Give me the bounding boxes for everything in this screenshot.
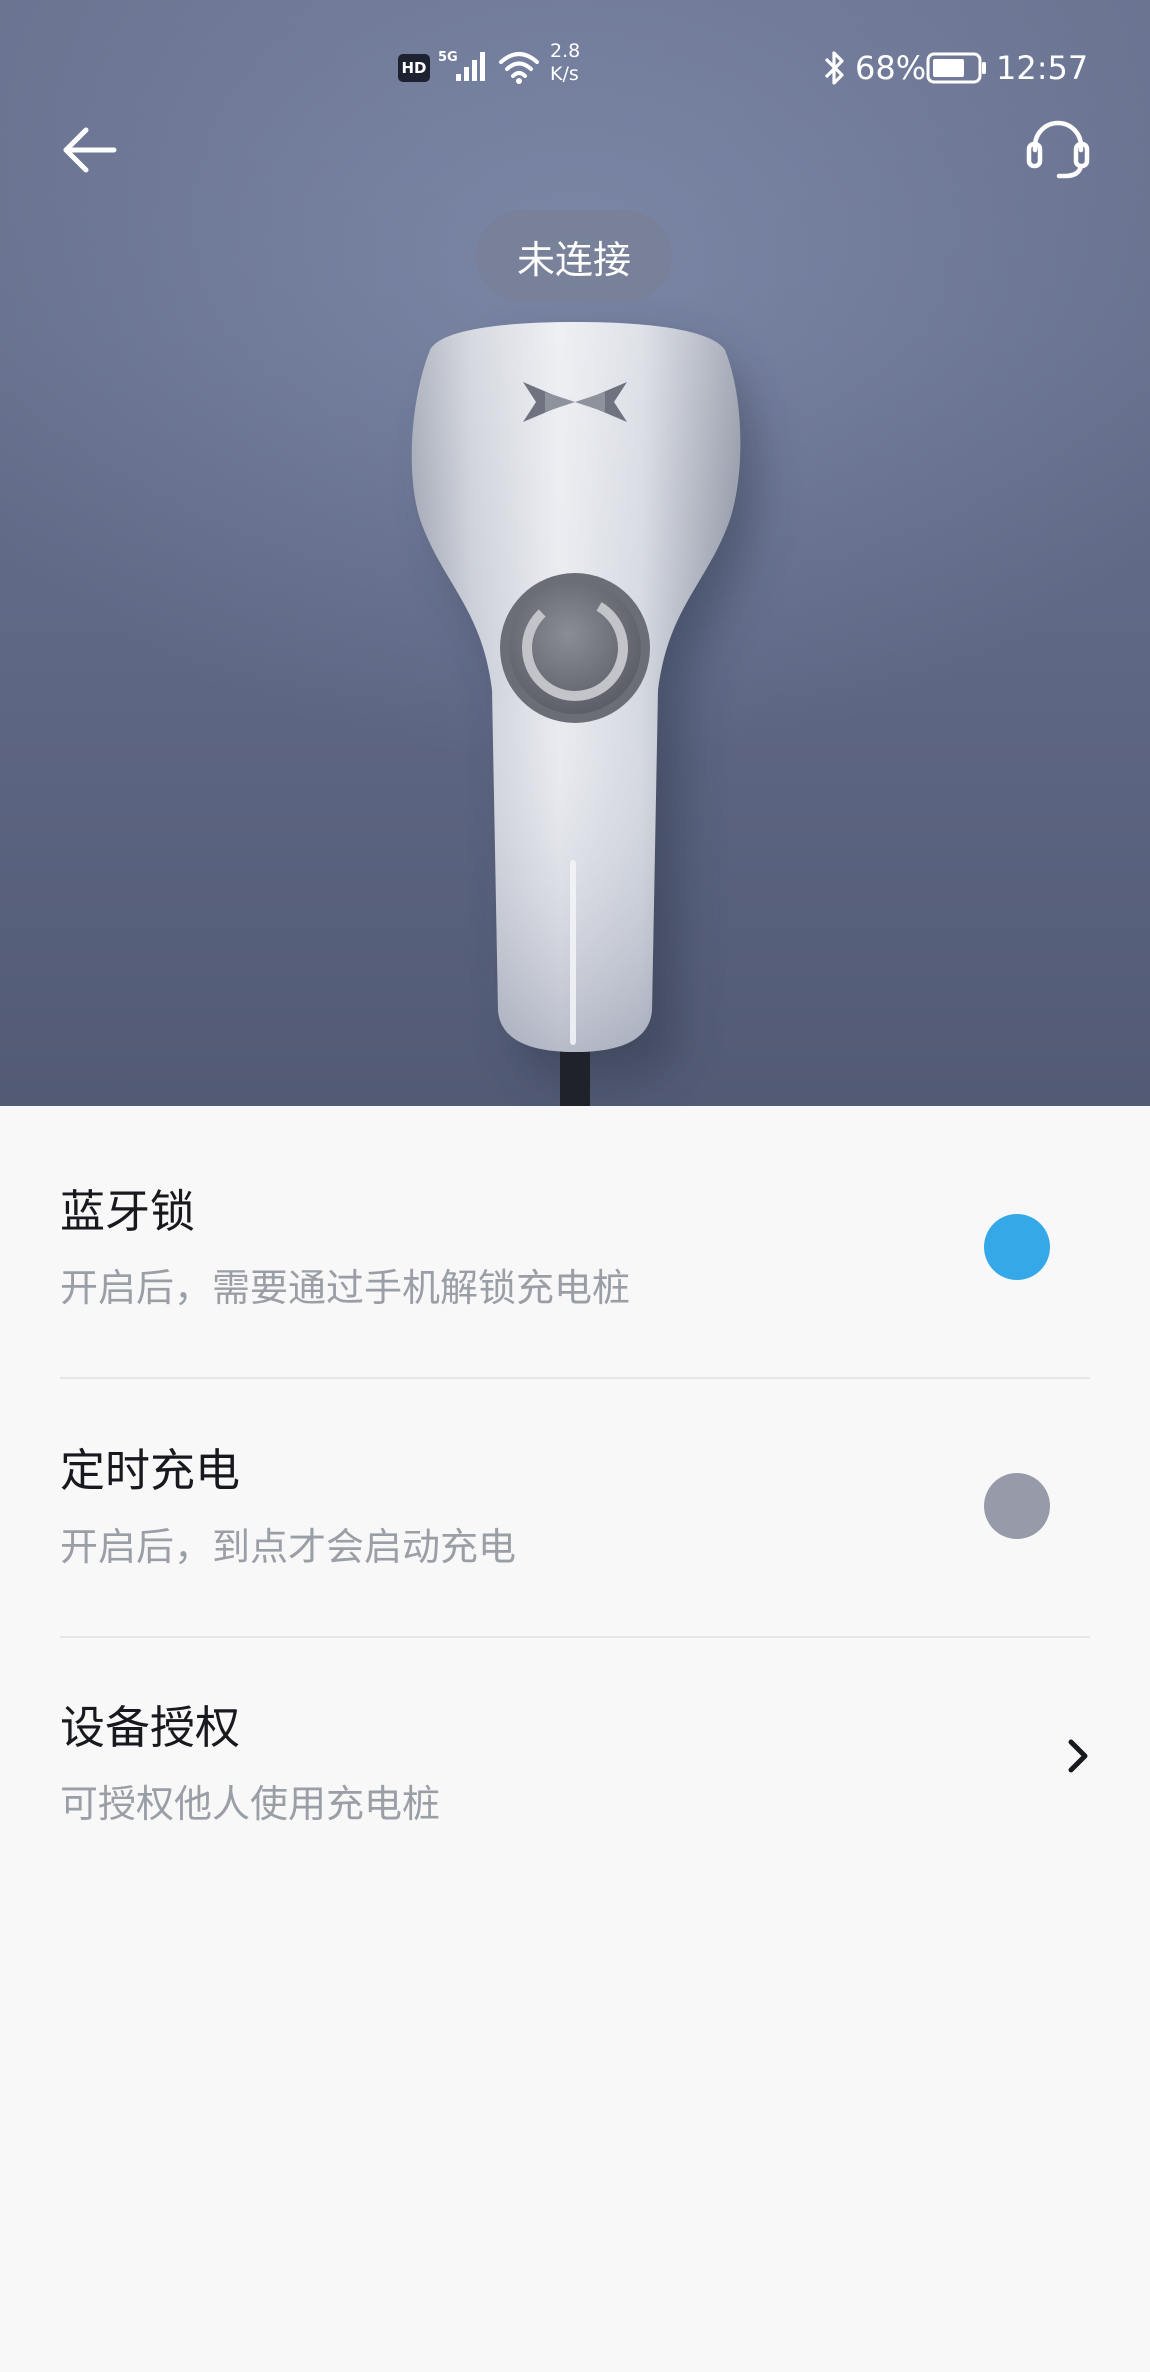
status-bar: HD 5G 2.8 K/s 68% 12:57	[0, 0, 1150, 135]
arrow-left-icon	[63, 127, 117, 173]
settings-item-device-authorization[interactable]: 设备授权 可授权他人使用充电桩	[60, 1622, 1090, 1880]
signal-icon	[456, 52, 485, 81]
chevron-right-icon[interactable]	[1066, 1736, 1090, 1776]
device-authorization-description: 可授权他人使用充电桩	[60, 1782, 441, 1826]
charger-settings-screen: HD 5G 2.8 K/s 68% 12:57 未连接 蓝牙锁 开启后，需要通过…	[0, 0, 1150, 2372]
back-button[interactable]	[60, 122, 120, 178]
wifi-icon	[499, 52, 539, 84]
connection-status-badge: 未连接	[476, 210, 672, 302]
customer-service-button[interactable]	[1025, 120, 1091, 180]
bluetooth-lock-toggle[interactable]	[984, 1214, 1050, 1280]
headset-icon	[1026, 120, 1090, 179]
battery-percent: 68%	[855, 49, 927, 87]
bluetooth-icon	[824, 51, 844, 85]
battery-icon	[926, 52, 986, 84]
hd-badge: HD	[398, 54, 430, 82]
settings-item-bluetooth-lock[interactable]: 蓝牙锁 开启后，需要通过手机解锁充电桩	[60, 1106, 1090, 1364]
scheduled-charging-toggle[interactable]	[984, 1473, 1050, 1539]
device-authorization-title: 设备授权	[60, 1701, 241, 1754]
net-speed-value: 2.8	[550, 40, 581, 62]
settings-item-scheduled-charging[interactable]: 定时充电 开启后，到点才会启动充电	[60, 1365, 1090, 1623]
clock: 12:57	[996, 49, 1089, 87]
net-speed-unit: K/s	[550, 63, 579, 85]
bluetooth-lock-description: 开启后，需要通过手机解锁充电桩	[60, 1266, 631, 1310]
bluetooth-lock-title: 蓝牙锁	[60, 1185, 196, 1238]
scheduled-charging-title: 定时充电	[60, 1444, 241, 1497]
charger-hero: HD 5G 2.8 K/s 68% 12:57 未连接	[0, 0, 1150, 1106]
net-speed: 2.8 K/s	[550, 40, 580, 86]
settings-list: 蓝牙锁 开启后，需要通过手机解锁充电桩 定时充电 开启后，到点才会启动充电 设备…	[0, 1106, 1150, 2372]
charger-image	[411, 322, 754, 1106]
scheduled-charging-description: 开启后，到点才会启动充电	[60, 1525, 517, 1569]
